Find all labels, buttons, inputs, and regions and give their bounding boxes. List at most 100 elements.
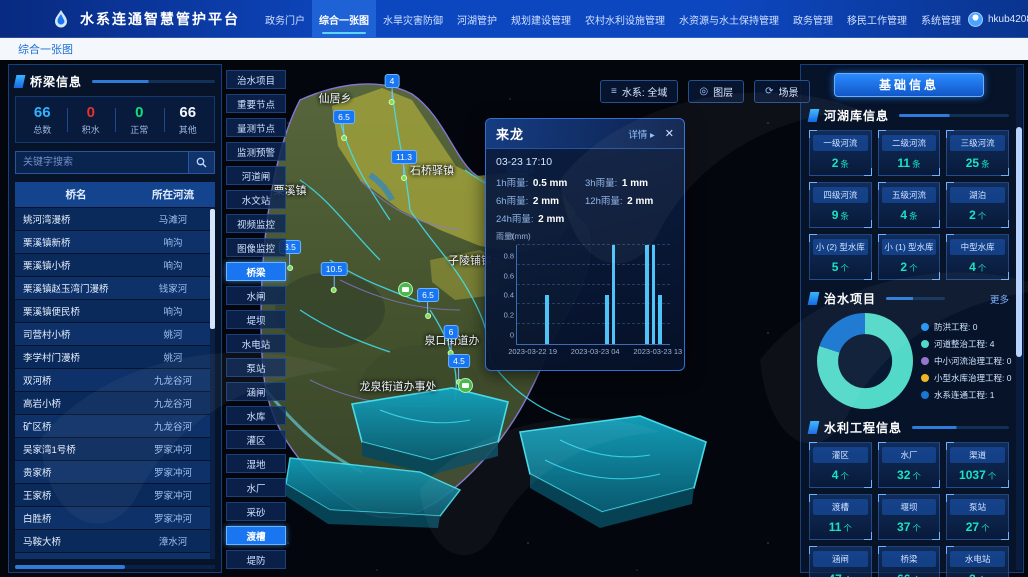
- camera-icon[interactable]: [398, 282, 413, 297]
- nav-item-2[interactable]: 水旱灾害防御: [376, 0, 450, 38]
- info-card-水电站[interactable]: 水电站3个: [946, 546, 1009, 577]
- layer-item-涵闸[interactable]: 涵闸: [226, 382, 286, 401]
- nav-item-3[interactable]: 河湖管护: [450, 0, 504, 38]
- popup-header: 来龙 详情 ▸ ✕: [486, 119, 684, 149]
- table-row[interactable]: 栗溪镇小桥响沟: [15, 254, 215, 276]
- right-scrollbar[interactable]: [1016, 67, 1022, 570]
- info-card-水厂[interactable]: 水厂32个: [878, 442, 941, 488]
- camera-icon[interactable]: [458, 378, 473, 393]
- card-unit: 个: [988, 471, 997, 481]
- map-control-水系: 全域[interactable]: ≡水系: 全域: [600, 80, 678, 103]
- table-row[interactable]: 栗溪镇新桥响沟: [15, 231, 215, 253]
- info-card-四级河流[interactable]: 四级河流9条: [809, 182, 872, 228]
- nav-item-4[interactable]: 规划建设管理: [504, 0, 578, 38]
- layer-item-水厂[interactable]: 水厂: [226, 478, 286, 497]
- bar-slot: [617, 245, 624, 344]
- table-row[interactable]: 姚河湾漫桥马滩河: [15, 208, 215, 230]
- info-card-中型水库[interactable]: 中型水库4个: [946, 234, 1009, 280]
- horizontal-scrollbar[interactable]: [15, 565, 215, 569]
- layer-item-湿地[interactable]: 湿地: [226, 454, 286, 473]
- basic-info-button[interactable]: 基础信息: [834, 73, 984, 97]
- info-card-泵站[interactable]: 泵站27个: [946, 494, 1009, 540]
- marker-value: 4.5: [448, 354, 470, 368]
- nav-item-5[interactable]: 农村水利设施管理: [578, 0, 672, 38]
- info-card-渡槽[interactable]: 渡槽11个: [809, 494, 872, 540]
- search-button[interactable]: [189, 151, 215, 174]
- nav-item-6[interactable]: 水资源与水土保持管理: [672, 0, 786, 38]
- bar-slot: [550, 245, 557, 344]
- layer-item-堤坝[interactable]: 堤坝: [226, 310, 286, 329]
- info-card-湖泊[interactable]: 湖泊2个: [946, 182, 1009, 228]
- table-row[interactable]: 司营村小桥姚河: [15, 323, 215, 345]
- layer-item-泵站[interactable]: 泵站: [226, 358, 286, 377]
- station-marker[interactable]: 6: [444, 325, 459, 356]
- layer-item-水库[interactable]: 水库: [226, 406, 286, 425]
- search-input[interactable]: [15, 151, 189, 174]
- layer-item-图像监控[interactable]: 图像监控: [226, 238, 286, 257]
- table-row[interactable]: 栗溪镇赵玉湾门漫桥钱家河: [15, 277, 215, 299]
- info-card-小 (2) 型水库[interactable]: 小 (2) 型水库5个: [809, 234, 872, 280]
- popup-detail-link[interactable]: 详情 ▸: [628, 127, 654, 141]
- rain-metrics: 1h雨量: 0.5 mm3h雨量: 1 mm6h雨量: 2 mm12h雨量: 2…: [496, 173, 674, 227]
- layer-item-桥梁[interactable]: 桥梁: [226, 262, 286, 281]
- nav-item-9[interactable]: 系统管理: [914, 0, 968, 38]
- more-link[interactable]: 更多: [990, 292, 1009, 306]
- table-row[interactable]: 李学村门漫桥姚河: [15, 346, 215, 368]
- close-icon[interactable]: ✕: [665, 127, 674, 140]
- table-row[interactable]: 贵家桥罗家冲河: [15, 461, 215, 483]
- table-row[interactable]: 王家桥罗家冲河: [15, 484, 215, 506]
- card-label: 渠道: [950, 447, 1005, 463]
- station-marker[interactable]: 6.5: [417, 288, 439, 319]
- scene-icon: ⟳: [765, 86, 773, 97]
- table-row[interactable]: 白胜桥罗家冲河: [15, 507, 215, 529]
- layer-item-量测节点[interactable]: 量测节点: [226, 118, 286, 137]
- layer-item-水闸[interactable]: 水闸: [226, 286, 286, 305]
- table-row[interactable]: 国家电网理金门漫桥漳水河: [15, 553, 215, 559]
- table-row[interactable]: 吴家湾1号桥罗家冲河: [15, 438, 215, 460]
- station-marker[interactable]: 4: [385, 74, 400, 105]
- info-card-二级河流[interactable]: 二级河流11条: [878, 130, 941, 176]
- card-label: 湖泊: [950, 187, 1005, 203]
- user-menu[interactable]: hkub42080201 ▼: [968, 12, 1028, 27]
- layer-item-水文站[interactable]: 水文站: [226, 190, 286, 209]
- map-control-图层[interactable]: ◎图层: [688, 80, 744, 103]
- table-row[interactable]: 马鞍大桥漳水河: [15, 530, 215, 552]
- info-card-五级河流[interactable]: 五级河流4条: [878, 182, 941, 228]
- table-row[interactable]: 栗溪镇便民桥响沟: [15, 300, 215, 322]
- vertical-scrollbar[interactable]: [210, 207, 215, 559]
- layer-item-采砂[interactable]: 采砂: [226, 502, 286, 521]
- nav-item-0[interactable]: 政务门户: [258, 0, 312, 38]
- info-card-灌区[interactable]: 灌区4个: [809, 442, 872, 488]
- breadcrumb[interactable]: 综合一张图: [18, 41, 73, 57]
- nav-item-7[interactable]: 政务管理: [786, 0, 840, 38]
- table-row[interactable]: 双河桥九龙谷河: [15, 369, 215, 391]
- layer-item-河道闸[interactable]: 河道闸: [226, 166, 286, 185]
- info-card-涵闸[interactable]: 涵闸47个: [809, 546, 872, 577]
- station-marker[interactable]: 10.5: [321, 262, 348, 293]
- layer-item-灌区[interactable]: 灌区: [226, 430, 286, 449]
- station-marker[interactable]: 6.5: [333, 110, 355, 141]
- table-row[interactable]: 高岩小桥九龙谷河: [15, 392, 215, 414]
- info-card-三级河流[interactable]: 三级河流25条: [946, 130, 1009, 176]
- nav-item-8[interactable]: 移民工作管理: [840, 0, 914, 38]
- layer-item-监测预警[interactable]: 监测预警: [226, 142, 286, 161]
- station-marker[interactable]: 11.3: [391, 150, 417, 181]
- info-card-一级河流[interactable]: 一级河流2条: [809, 130, 872, 176]
- info-card-渠道[interactable]: 渠道1037个: [946, 442, 1009, 488]
- layer-item-重要节点[interactable]: 重要节点: [226, 94, 286, 113]
- bridge-name-cell: 王家桥: [15, 484, 137, 506]
- layer-item-视频监控[interactable]: 视频监控: [226, 214, 286, 233]
- nav-item-1[interactable]: 综合一张图: [312, 0, 376, 38]
- layer-item-治水项目[interactable]: 治水项目: [226, 70, 286, 89]
- map-control-场景[interactable]: ⟳场景: [754, 80, 809, 103]
- info-card-堰坝[interactable]: 堰坝37个: [878, 494, 941, 540]
- layer-item-水电站[interactable]: 水电站: [226, 334, 286, 353]
- layer-item-渡槽[interactable]: 渡槽: [226, 526, 286, 545]
- scroll-thumb[interactable]: [210, 209, 215, 329]
- layer-item-堤防[interactable]: 堤防: [226, 550, 286, 569]
- card-label: 渡槽: [813, 499, 868, 515]
- info-card-桥梁[interactable]: 桥梁66个: [878, 546, 941, 577]
- legend-dot-icon: [921, 391, 929, 399]
- table-row[interactable]: 矿区桥九龙谷河: [15, 415, 215, 437]
- info-card-小 (1) 型水库[interactable]: 小 (1) 型水库2个: [878, 234, 941, 280]
